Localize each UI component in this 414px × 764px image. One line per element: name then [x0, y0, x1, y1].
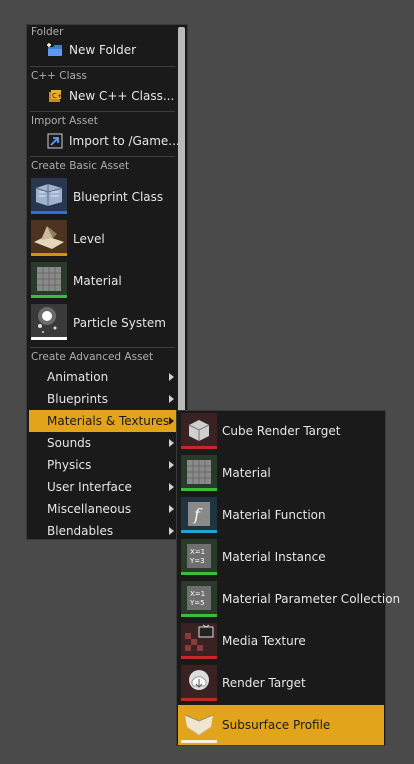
material-item[interactable]: Material [31, 262, 177, 302]
section-header-folder: Folder [31, 26, 64, 38]
new-folder-label: New Folder [69, 43, 137, 57]
context-menu: Folder New Folder C++ Class C+ New C++ C… [26, 24, 188, 540]
chevron-right-icon [169, 527, 174, 535]
particle-system-icon [31, 304, 67, 340]
media-texture-icon [181, 623, 217, 659]
blueprint-class-item[interactable]: Blueprint Class [31, 178, 177, 218]
material-instance-icon: X=1 Y=3 [181, 539, 217, 575]
submenu-miscellaneous-label: Miscellaneous [47, 502, 132, 516]
chevron-right-icon [169, 395, 174, 403]
submenu-sounds-label: Sounds [47, 436, 92, 450]
submenu-materials-textures-label: Materials & Textures [47, 414, 170, 428]
material-parameter-collection-item[interactable]: X=1 Y=5 Material Parameter Collection [178, 579, 400, 619]
separator [30, 111, 175, 112]
submenu-physics-label: Physics [47, 458, 92, 472]
svg-text:Y=5: Y=5 [189, 599, 205, 607]
render-target-item[interactable]: Render Target [178, 663, 384, 703]
import-to-game-item[interactable]: Import to /Game... [29, 130, 180, 152]
submenu-miscellaneous[interactable]: Miscellaneous [29, 498, 177, 520]
particle-system-item[interactable]: Particle System [31, 304, 177, 344]
separator [30, 347, 175, 348]
material-function-icon: f [181, 497, 217, 533]
submenu-blendables[interactable]: Blendables [29, 520, 177, 539]
media-texture-item[interactable]: Media Texture [178, 621, 384, 661]
material-function-label: Material Function [222, 508, 326, 522]
material-instance-item[interactable]: X=1 Y=3 Material Instance [178, 537, 384, 577]
new-folder-item[interactable]: New Folder [29, 39, 177, 61]
separator [30, 156, 175, 157]
section-header-basic-asset: Create Basic Asset [31, 160, 130, 172]
render-target-icon [181, 665, 217, 701]
svg-text:X=1: X=1 [190, 590, 205, 598]
subsurface-profile-item[interactable]: Subsurface Profile [178, 705, 384, 745]
import-icon [47, 133, 63, 149]
chevron-right-icon [169, 461, 174, 469]
material-instance-label: Material Instance [222, 550, 326, 564]
material-label: Material [73, 274, 122, 288]
svg-text:C+: C+ [52, 92, 63, 100]
blueprint-class-label: Blueprint Class [73, 190, 164, 204]
chevron-right-icon [169, 373, 174, 381]
svg-text:X=1: X=1 [190, 548, 205, 556]
materials-textures-submenu: Cube Render Target Material f Material F… [176, 410, 400, 746]
cube-render-target-label: Cube Render Target [222, 424, 341, 438]
chevron-right-icon [169, 417, 174, 425]
new-cpp-class-label: New C++ Class... [69, 89, 175, 103]
material-parameter-collection-label: Material Parameter Collection [222, 592, 401, 606]
submenu-blueprints[interactable]: Blueprints [29, 388, 177, 410]
particle-system-label: Particle System [73, 316, 166, 330]
separator [30, 66, 175, 67]
material-submenu-item[interactable]: Material [178, 453, 384, 493]
cpp-class-icon: C+ [47, 88, 63, 104]
submenu-physics[interactable]: Physics [29, 454, 177, 476]
material-submenu-label: Material [222, 466, 271, 480]
section-header-cpp-class: C++ Class [31, 70, 87, 82]
submenu-animation[interactable]: Animation [29, 366, 177, 388]
material-function-item[interactable]: f Material Function [178, 495, 384, 535]
submenu-materials-textures[interactable]: Materials & Textures [29, 410, 177, 432]
new-cpp-class-item[interactable]: C+ New C++ Class... [29, 85, 177, 107]
blueprint-class-icon [31, 178, 67, 214]
submenu-sounds[interactable]: Sounds [29, 432, 177, 454]
subsurface-profile-label: Subsurface Profile [222, 718, 331, 732]
submenu-blueprints-label: Blueprints [47, 392, 109, 406]
material-parameter-collection-icon: X=1 Y=5 [181, 581, 217, 617]
import-to-game-label: Import to /Game... [69, 134, 180, 148]
submenu-user-interface-label: User Interface [47, 480, 132, 494]
level-item[interactable]: Level [31, 220, 177, 260]
chevron-right-icon [169, 439, 174, 447]
material-icon [181, 455, 217, 491]
svg-text:Y=3: Y=3 [189, 557, 205, 565]
chevron-right-icon [169, 483, 174, 491]
submenu-animation-label: Animation [47, 370, 109, 384]
level-label: Level [73, 232, 105, 246]
submenu-blendables-label: Blendables [47, 524, 114, 538]
subsurface-profile-icon [181, 707, 217, 743]
cube-render-target-icon [181, 413, 217, 449]
level-icon [31, 220, 67, 256]
section-header-advanced-asset: Create Advanced Asset [31, 351, 154, 363]
cube-render-target-item[interactable]: Cube Render Target [178, 411, 384, 451]
chevron-right-icon [169, 505, 174, 513]
section-header-import-asset: Import Asset [31, 115, 98, 127]
new-folder-icon [47, 42, 63, 58]
submenu-user-interface[interactable]: User Interface [29, 476, 177, 498]
media-texture-label: Media Texture [222, 634, 306, 648]
material-icon [31, 262, 67, 298]
render-target-label: Render Target [222, 676, 306, 690]
